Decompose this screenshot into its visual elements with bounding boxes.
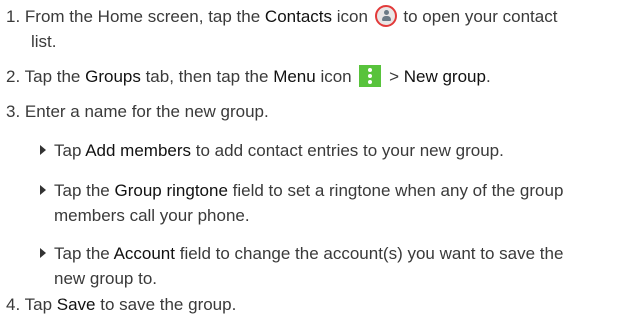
new-group-label: New group <box>403 67 486 86</box>
step-text: to save the group. <box>95 295 237 314</box>
step-1: 1. From the Home screen, tap the Contact… <box>6 5 618 28</box>
step-4: 4. Tap Save to save the group. <box>6 294 618 316</box>
step-number: 2. <box>6 67 21 86</box>
step-3: 3. Enter a name for the new group. <box>6 101 618 123</box>
step-text: tab, then tap the <box>140 67 274 86</box>
contacts-icon <box>374 5 397 27</box>
bullet-item-account: Tap the Account field to change the acco… <box>40 243 620 265</box>
bullet-item-account-continuation: new group to. <box>54 268 624 290</box>
bullet-item-group-ringtone: Tap the Group ringtone field to set a ri… <box>40 180 620 202</box>
bullet-item-group-ringtone-continuation: members call your phone. <box>54 205 624 227</box>
step-text: Tap <box>24 295 57 314</box>
bullet-text: new group to. <box>54 269 158 288</box>
step-2: 2. Tap the Groups tab, then tap the Menu… <box>6 65 618 88</box>
step-text: From the Home screen, tap the <box>24 7 265 26</box>
bullet-text: Tap the <box>54 244 114 263</box>
group-ringtone-label: Group ringtone <box>114 181 228 200</box>
step-text: to open your contact <box>398 7 558 26</box>
triangle-bullet-icon <box>40 185 46 195</box>
instructions-page: 1. From the Home screen, tap the Contact… <box>0 0 624 318</box>
bullet-item-add-members: Tap Add members to add contact entries t… <box>40 140 620 162</box>
triangle-bullet-icon <box>40 145 46 155</box>
step-text: Tap the <box>24 67 86 86</box>
bullet-text: field to set a ringtone when any of the … <box>227 181 564 200</box>
account-label: Account <box>113 244 175 263</box>
save-label: Save <box>56 295 96 314</box>
menu-icon <box>359 65 382 87</box>
add-members-label: Add members <box>85 141 192 160</box>
step-number: 1. <box>6 7 21 26</box>
contacts-label: Contacts <box>264 7 333 26</box>
step-number: 3. <box>6 102 21 121</box>
step-number: 4. <box>6 295 21 314</box>
step-text: Enter a name for the new group. <box>24 102 269 121</box>
groups-label: Groups <box>85 67 141 86</box>
menu-label: Menu <box>273 67 316 86</box>
bullet-text: members call your phone. <box>54 206 250 225</box>
triangle-bullet-icon <box>40 248 46 258</box>
step-text: > <box>384 67 404 86</box>
bullet-text: to add contact entries to your new group… <box>191 141 504 160</box>
step-text: icon <box>332 7 373 26</box>
step-text: . <box>485 67 491 86</box>
step-text: icon <box>315 67 357 86</box>
step-1-continuation: list. <box>31 31 624 53</box>
bullet-text: Tap <box>54 141 86 160</box>
step-text: list. <box>31 32 57 51</box>
bullet-text: Tap the <box>54 181 115 200</box>
bullet-text: field to change the account(s) you want … <box>175 244 564 263</box>
